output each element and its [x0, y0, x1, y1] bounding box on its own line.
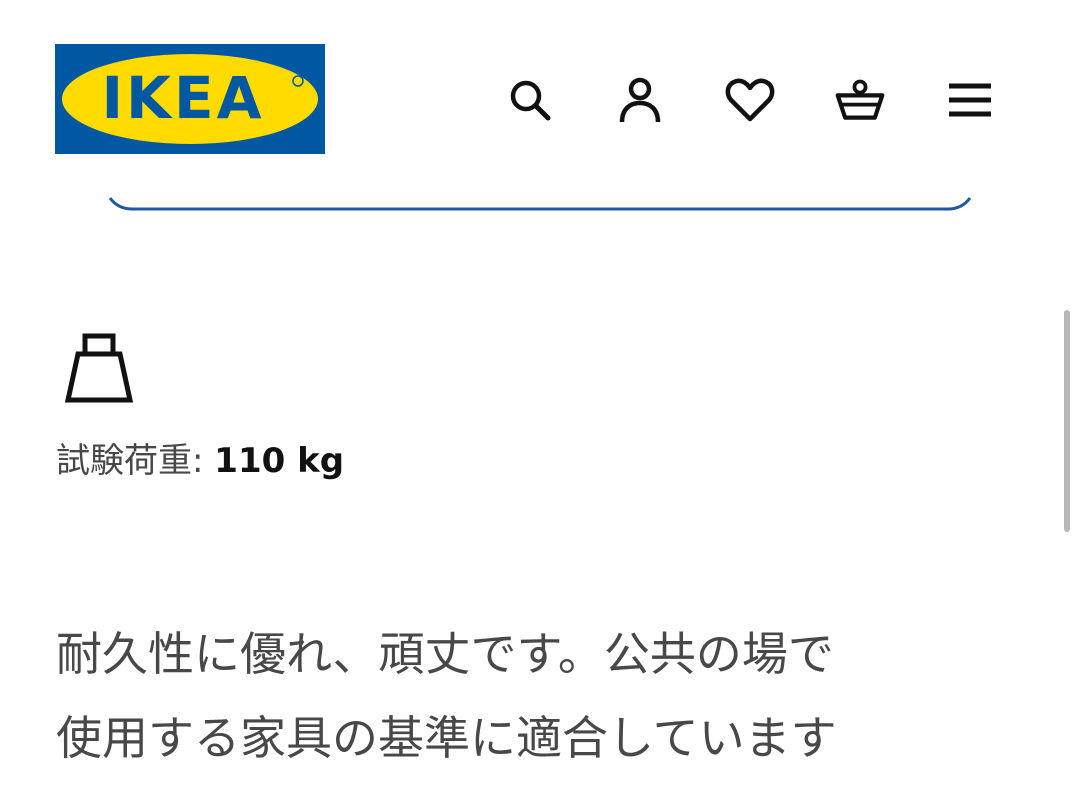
test-load-text: 試験荷重: 110 kg [56, 436, 344, 486]
logo-text: IKEA [101, 64, 264, 132]
description-line-2: 使用する家具の基準に適合しています [56, 711, 837, 765]
site-header: IKEA [0, 0, 1080, 175]
test-load-label: 試験荷重: [56, 441, 204, 481]
account-icon[interactable] [614, 74, 666, 126]
section-divider [108, 197, 972, 211]
ikea-logo[interactable]: IKEA [55, 44, 325, 154]
menu-icon[interactable] [944, 74, 996, 126]
search-icon[interactable] [504, 74, 556, 126]
description-line-1: 耐久性に優れ、頑丈です。公共の場で [56, 627, 834, 681]
basket-icon[interactable] [834, 74, 886, 126]
page: IKEA 試験荷重: 110 kg 耐久性に優れ、頑丈です。公共の場で 使用する… [0, 0, 1080, 812]
weight-icon [64, 333, 134, 403]
heart-icon[interactable] [724, 74, 776, 126]
scrollbar[interactable] [1064, 310, 1070, 532]
product-description: 耐久性に優れ、頑丈です。公共の場で 使用する家具の基準に適合しています [56, 612, 1016, 780]
test-load-value: 110 kg [214, 441, 345, 481]
